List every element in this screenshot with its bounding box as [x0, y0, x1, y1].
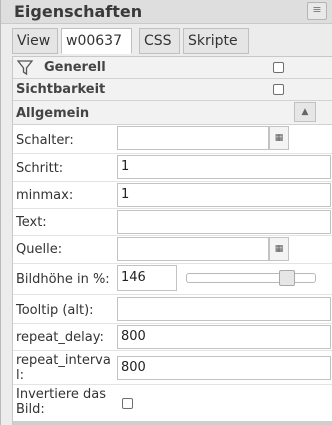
row-divider: [13, 350, 332, 351]
properties-content: Generell Sichtbarkeit Allgemein ▲ Schalt…: [12, 56, 332, 425]
list-picker-icon[interactable]: ▦: [269, 126, 289, 150]
tab-bar: View w00637 CSS Skripte: [12, 28, 332, 54]
section-allgemein-label: Allgemein: [16, 106, 90, 121]
row-divider: [13, 323, 332, 324]
text-label: Text:: [16, 215, 47, 230]
row-divider: [13, 235, 332, 236]
generell-checkbox[interactable]: [273, 62, 284, 73]
tab-css[interactable]: CSS: [139, 28, 180, 54]
row-divider: [13, 153, 332, 154]
tooltip-input[interactable]: [117, 297, 331, 321]
repeat-delay-input[interactable]: 800: [117, 325, 331, 349]
row-divider: [13, 294, 332, 295]
panel-title: Eigenschaften: [14, 2, 143, 21]
repeat-interval-label-line2: l:: [16, 368, 24, 383]
tab-skripte[interactable]: Skripte: [183, 28, 249, 54]
section-allgemein[interactable]: Allgemein ▲: [13, 101, 332, 125]
section-sichtbarkeit[interactable]: Sichtbarkeit: [13, 79, 332, 101]
repeat-interval-input[interactable]: 800: [117, 356, 331, 380]
bildhoehe-input[interactable]: 146: [117, 265, 177, 291]
section-generell-label: Generell: [44, 60, 106, 75]
invert-label: Invertiere das Bild:: [16, 387, 106, 417]
grip-lines-icon[interactable]: ≡: [307, 2, 327, 20]
repeat-delay-label: repeat_delay:: [16, 330, 104, 345]
repeat-interval-label-line1: repeat_interva: [16, 353, 111, 368]
bildhoehe-label: Bildhöhe in %:: [16, 272, 110, 287]
section-sichtbarkeit-label: Sichtbarkeit: [16, 82, 106, 97]
properties-panel: Eigenschaften ≡ View w00637 CSS Skripte …: [0, 0, 332, 425]
text-input[interactable]: [117, 210, 331, 234]
section-generell[interactable]: Generell: [13, 57, 332, 79]
tooltip-label: Tooltip (alt):: [16, 303, 94, 318]
row-divider: [13, 384, 332, 385]
slider-handle[interactable]: [279, 270, 296, 286]
schritt-label: Schritt:: [16, 161, 64, 176]
quelle-input[interactable]: [117, 237, 269, 261]
sichtbarkeit-checkbox[interactable]: [273, 84, 284, 95]
tab-view[interactable]: View: [12, 28, 58, 54]
schritt-input[interactable]: 1: [117, 155, 331, 179]
row-divider: [13, 263, 332, 264]
invert-label-line1: Invertiere das: [16, 387, 106, 402]
minmax-input[interactable]: 1: [117, 183, 331, 207]
panel-titlebar: Eigenschaften ≡: [1, 0, 332, 24]
minmax-label: minmax:: [16, 188, 74, 203]
schalter-input[interactable]: [117, 126, 269, 150]
repeat-interval-label: repeat_interva l:: [16, 353, 111, 383]
scroll-edge: [13, 421, 332, 425]
list-picker-icon[interactable]: ▦: [269, 237, 289, 261]
invert-label-line2: Bild:: [16, 402, 45, 417]
invert-checkbox[interactable]: [122, 398, 133, 409]
quelle-label: Quelle:: [16, 242, 63, 257]
triangle-up-icon[interactable]: ▲: [294, 102, 316, 122]
schalter-label: Schalter:: [16, 133, 74, 148]
row-divider: [13, 181, 332, 182]
bildhoehe-slider[interactable]: [186, 273, 316, 283]
row-divider: [13, 208, 332, 209]
tab-w00637[interactable]: w00637: [61, 28, 132, 54]
